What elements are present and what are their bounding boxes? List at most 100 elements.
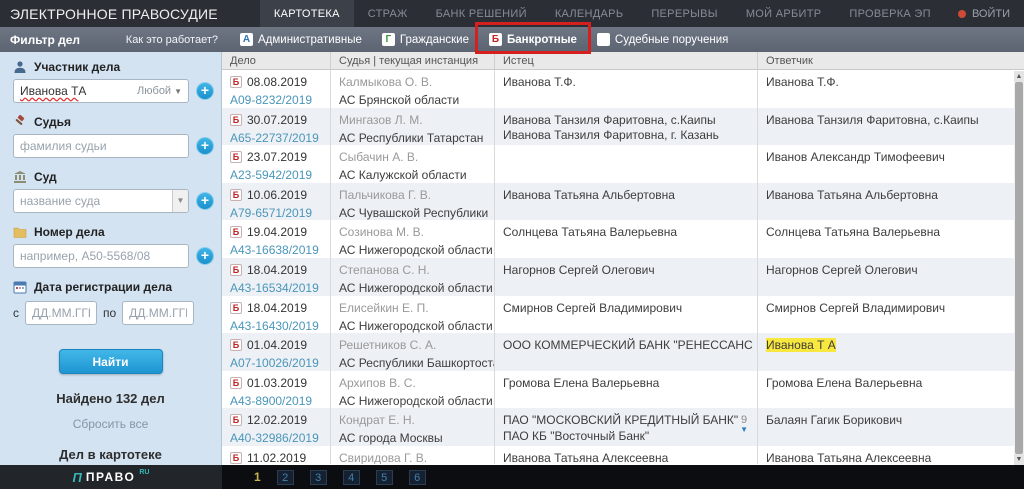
expand-more-icon: ▼: [740, 425, 748, 434]
add-participant-button[interactable]: +: [196, 82, 214, 100]
participant-section-header: Участник дела: [0, 60, 221, 74]
case-date: 10.06.2019: [247, 188, 307, 202]
scroll-up-icon[interactable]: ▲: [1014, 71, 1024, 82]
nav-item-pereryvy[interactable]: ПЕРЕРЫВЫ: [637, 0, 731, 27]
counter-title: Дел в картотеке: [0, 447, 221, 462]
page-button-6[interactable]: 6: [409, 470, 426, 485]
judge-name: Решетников С. А.: [339, 338, 486, 352]
table-scrollbar[interactable]: ▲ ▼: [1014, 71, 1024, 465]
case-number-link[interactable]: А23-5942/2019: [230, 168, 322, 182]
defendant-names: Иванов Александр Тимофеевич: [766, 150, 1016, 166]
case-date: 18.04.2019: [247, 301, 307, 315]
case-number-link[interactable]: А79-6571/2019: [230, 206, 322, 220]
participant-label: Участник дела: [34, 60, 120, 74]
case-number-link[interactable]: А09-8232/2019: [230, 93, 322, 107]
footer-bar: П ПРАВО RU 1 2 3 4 5 6: [0, 465, 1024, 489]
scroll-down-icon[interactable]: ▼: [1014, 454, 1024, 465]
defendant-names: Нагорнов Сергей Олегович: [766, 263, 1016, 279]
case-number-link[interactable]: А43-16638/2019: [230, 243, 322, 257]
how-it-works-link[interactable]: Как это работает?: [126, 34, 222, 46]
page-button-1[interactable]: 1: [254, 470, 261, 485]
nav-item-proverka-ep[interactable]: ПРОВЕРКА ЭП: [835, 0, 944, 27]
bankruptcy-case-icon: Б: [230, 414, 242, 426]
calendar-icon: [13, 280, 27, 294]
case-filter-bar: Фильтр дел Как это работает? ААдминистра…: [0, 27, 1024, 52]
nav-item-bank-resheniy[interactable]: БАНК РЕШЕНИЙ: [422, 0, 541, 27]
filter-tab-civil[interactable]: ГГражданские: [372, 27, 479, 52]
reg-date-label: Дата регистрации дела: [34, 280, 172, 294]
participant-input[interactable]: Иванова Т А Любой ▼: [13, 79, 189, 103]
gavel-icon: [13, 115, 27, 129]
participant-value-rest: А: [78, 84, 86, 98]
content-area: Участник дела Иванова Т А Любой ▼ + Судь…: [0, 52, 1024, 465]
nav-item-kartoteka[interactable]: КАРТОТЕКА: [260, 0, 354, 27]
case-number-link[interactable]: А43-8900/2019: [230, 394, 322, 408]
more-plaintiffs-badge[interactable]: 9 ▼: [740, 414, 748, 434]
folder-icon: [13, 225, 27, 239]
date-to-input[interactable]: [122, 301, 194, 325]
case-number-link[interactable]: А43-16534/2019: [230, 281, 322, 295]
page-button-2[interactable]: 2: [277, 470, 294, 485]
judge-input[interactable]: [13, 134, 189, 158]
case-type-tabs: ААдминистративныеГГражданскиеББанкротные…: [230, 27, 738, 52]
filter-tab-administrative[interactable]: ААдминистративные: [230, 27, 372, 52]
case-number-link[interactable]: А43-16430/2019: [230, 319, 322, 333]
scrollbar-thumb[interactable]: [1015, 82, 1023, 454]
date-from-input[interactable]: [25, 301, 97, 325]
reset-all-link[interactable]: Сбросить все: [0, 417, 221, 431]
defendant-names: Смирнов Сергей Владимирович: [766, 301, 1016, 317]
case-number-link[interactable]: А07-10026/2019: [230, 356, 322, 370]
filter-tab-bankruptcy[interactable]: ББанкротные: [479, 27, 587, 52]
table-row: Б 19.04.2019 А43-16638/2019 Созинова М. …: [222, 220, 1024, 258]
defendant-names: Иванова Танзиля Фаритовна, с.Каипы: [766, 113, 1016, 129]
column-header-defendant: Ответчик: [757, 52, 1024, 69]
plaintiff-names: Солнцева Татьяна Валерьевна: [503, 225, 749, 241]
login-button[interactable]: ВОЙТИ: [958, 0, 1024, 27]
bankruptcy-case-icon: Б: [230, 151, 242, 163]
case-date: 01.03.2019: [247, 376, 307, 390]
participant-role-dropdown[interactable]: Любой ▼: [137, 85, 182, 97]
judge-name: Мингазов Л. М.: [339, 113, 486, 127]
participant-role-value: Любой: [137, 85, 171, 97]
filter-tab-court-orders[interactable]: Судебные поручения: [587, 27, 738, 52]
court-input[interactable]: [13, 189, 189, 213]
table-row: Б 11.02.2019 А45-4130/2019 Свиридова Г. …: [222, 446, 1024, 464]
add-case-number-button[interactable]: +: [196, 247, 214, 265]
court-label: Суд: [34, 170, 57, 184]
case-date: 23.07.2019: [247, 150, 307, 164]
nav-item-strazh[interactable]: СТРАЖ: [354, 0, 422, 27]
search-button[interactable]: Найти: [59, 349, 163, 374]
court-dropdown-caret-icon[interactable]: ▼: [172, 190, 188, 212]
bankruptcy-case-icon: Б: [230, 377, 242, 389]
court-name: АС Нижегородской области: [339, 319, 486, 333]
nav-item-kalendar[interactable]: КАЛЕНДАРЬ: [541, 0, 638, 27]
page-button-5[interactable]: 5: [376, 470, 393, 485]
reg-date-section-header: Дата регистрации дела: [0, 280, 221, 294]
court-name: АС Брянской области: [339, 93, 486, 107]
judge-section-header: Судья: [0, 115, 221, 129]
table-row: Б 08.08.2019 А09-8232/2019 Калмыкова О. …: [222, 70, 1024, 108]
table-row: Б 18.04.2019 А43-16534/2019 Степанова С.…: [222, 258, 1024, 296]
pravo-logo-ru-badge: RU: [139, 469, 149, 476]
column-header-plaintiff: Истец: [494, 52, 757, 69]
case-date: 30.07.2019: [247, 113, 307, 127]
main-nav: КАРТОТЕКАСТРАЖБАНК РЕШЕНИЙКАЛЕНДАРЬПЕРЕР…: [260, 0, 945, 27]
add-court-button[interactable]: +: [196, 192, 214, 210]
page-button-3[interactable]: 3: [310, 470, 327, 485]
administrative-type-icon: А: [240, 33, 253, 46]
judge-name: Созинова М. В.: [339, 225, 486, 239]
pagination: 1 2 3 4 5 6: [222, 465, 1024, 489]
case-number-link[interactable]: А65-22737/2019: [230, 131, 322, 145]
table-row: Б 01.03.2019 А43-8900/2019 Архипов В. С.…: [222, 371, 1024, 409]
pravo-ru-logo[interactable]: П ПРАВО RU: [0, 465, 222, 489]
add-judge-button[interactable]: +: [196, 137, 214, 155]
nav-item-moy-arbitr[interactable]: МОЙ АРБИТР: [732, 0, 836, 27]
page-button-4[interactable]: 4: [343, 470, 360, 485]
bankruptcy-case-icon: Б: [230, 302, 242, 314]
judge-name: Калмыкова О. В.: [339, 75, 486, 89]
filter-bar-left: Фильтр дел Как это работает?: [0, 27, 222, 52]
case-number-link[interactable]: А40-32986/2019: [230, 431, 322, 445]
court-name: АС Республики Башкортостан: [339, 356, 486, 370]
judge-name: Елисейкин Е. П.: [339, 301, 486, 315]
case-number-input[interactable]: [13, 244, 189, 268]
